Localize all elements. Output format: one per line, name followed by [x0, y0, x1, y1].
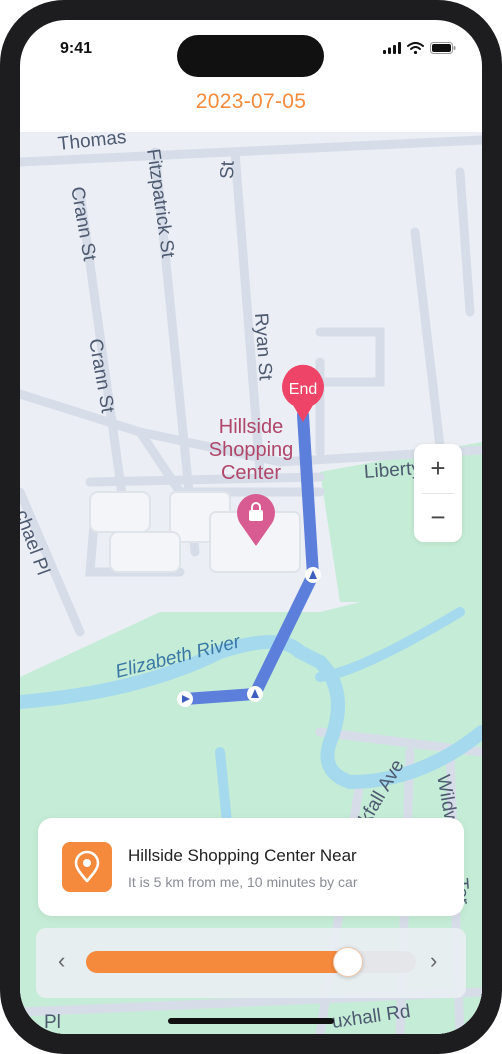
route-waypoint — [177, 691, 193, 707]
location-pin-icon — [62, 842, 112, 892]
date-title: 2023-07-05 — [195, 90, 307, 113]
poi-label-line2: Shopping — [208, 439, 294, 461]
status-icons — [383, 42, 456, 54]
status-time: 9:41 — [60, 40, 93, 57]
chevron-left-icon[interactable]: ‹ — [58, 948, 65, 974]
poi-label-line3: Center — [220, 462, 282, 484]
street-label-st-top: St — [217, 160, 239, 180]
zoom-in-button[interactable]: + — [414, 444, 462, 493]
home-indicator — [168, 1018, 334, 1024]
screen: 9:41 2023-07-05 End Thomas St Fitzpatric… — [20, 20, 482, 1034]
poi-label: Hillside Shopping Center — [196, 416, 306, 485]
zoom-out-button[interactable]: − — [414, 493, 462, 542]
chevron-right-icon[interactable]: › — [430, 948, 437, 974]
wifi-icon — [407, 42, 424, 54]
playback-slider[interactable] — [86, 947, 416, 977]
dynamic-island — [177, 35, 324, 77]
route-waypoint — [247, 686, 263, 702]
street-label-ryan: Ryan St — [250, 312, 276, 382]
poi-label-line1: Hillside — [218, 416, 284, 438]
zoom-control: + − — [414, 444, 462, 542]
signal-icon — [383, 42, 401, 54]
end-marker-label: End — [289, 381, 317, 398]
destination-card[interactable]: Hillside Shopping Center Near It is 5 km… — [38, 818, 464, 916]
playback-bar: ‹ › — [36, 928, 466, 998]
playback-slider-handle[interactable] — [332, 947, 363, 977]
destination-subtitle: It is 5 km from me, 10 minutes by car — [128, 874, 358, 890]
route-waypoint — [305, 567, 321, 583]
status-bar: 9:41 — [20, 20, 482, 80]
playback-progress-fill — [86, 951, 347, 973]
destination-title: Hillside Shopping Center Near — [128, 846, 357, 865]
phone-frame: 9:41 2023-07-05 End Thomas St Fitzpatric… — [0, 0, 502, 1054]
battery-icon — [430, 42, 456, 54]
street-label-pl: Pl — [44, 1012, 61, 1033]
